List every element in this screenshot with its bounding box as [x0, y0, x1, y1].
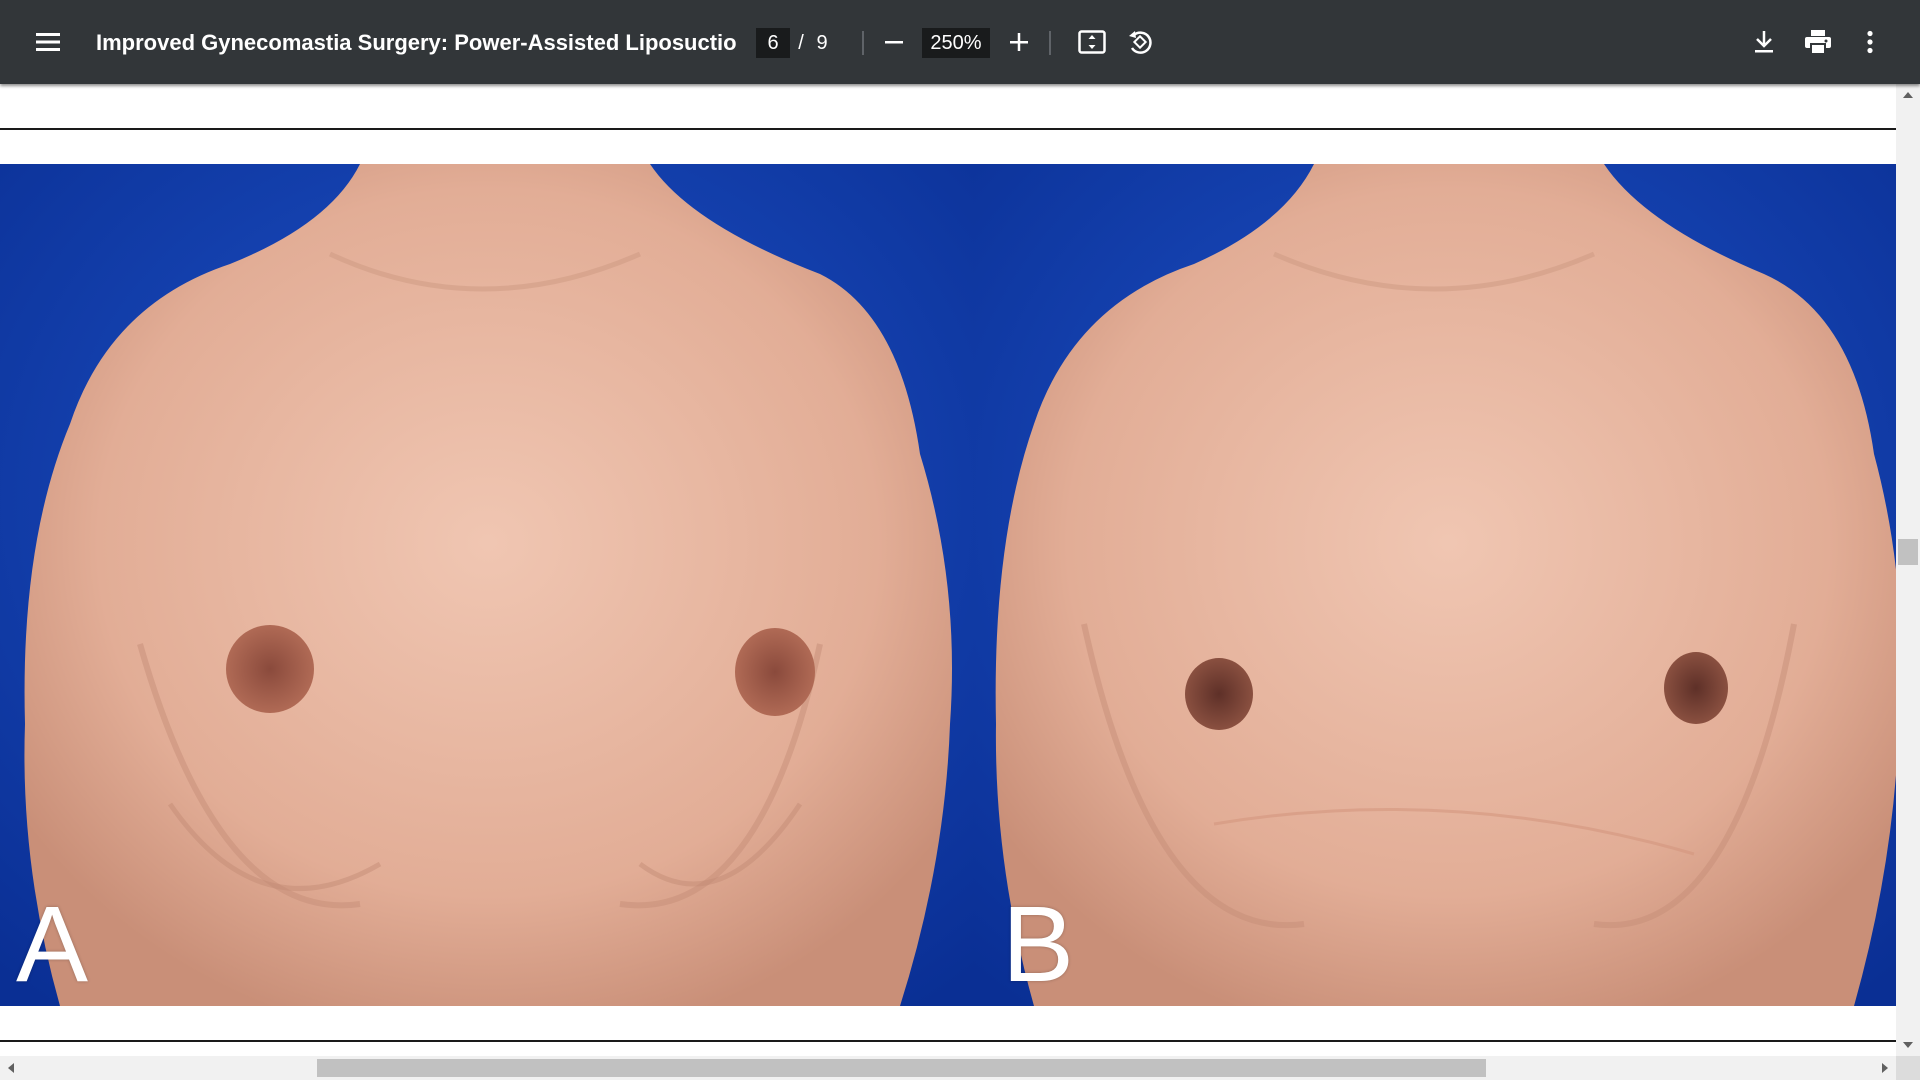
- panel-label-b: B: [1002, 883, 1075, 1004]
- scroll-right-arrow-icon[interactable]: [1882, 1063, 1888, 1073]
- vertical-scroll-thumb[interactable]: [1898, 538, 1918, 565]
- more-vert-icon: [1867, 30, 1873, 54]
- scrollbar-corner: [1896, 1056, 1920, 1080]
- zoom-level-input[interactable]: 250%: [922, 28, 990, 58]
- photo-panel-b: [974, 164, 1896, 1006]
- toolbar-divider: [862, 31, 864, 55]
- horizontal-scroll-thumb[interactable]: [316, 1059, 1487, 1077]
- vertical-scrollbar[interactable]: [1896, 84, 1920, 1056]
- figure-panel-b: B: [974, 164, 1896, 1006]
- rotate-button[interactable]: [1116, 18, 1164, 66]
- zoom-out-button[interactable]: [870, 18, 918, 66]
- page-total: 9: [816, 32, 828, 54]
- scroll-up-arrow-icon[interactable]: [1903, 92, 1913, 98]
- print-button[interactable]: [1794, 18, 1842, 66]
- fit-to-page-icon: [1078, 30, 1106, 54]
- hamburger-menu-icon[interactable]: [24, 18, 72, 66]
- document-title: Improved Gynecomastia Surgery: Power-Ass…: [96, 30, 736, 55]
- scroll-down-arrow-icon[interactable]: [1903, 1042, 1913, 1048]
- pdf-toolbar: Improved Gynecomastia Surgery: Power-Ass…: [0, 0, 1920, 84]
- horizontal-scrollbar[interactable]: [0, 1056, 1896, 1080]
- print-icon: [1805, 30, 1831, 55]
- page-number-input[interactable]: 6: [756, 28, 790, 58]
- panel-label-a: A: [16, 883, 89, 1004]
- zoom-in-button[interactable]: [995, 18, 1043, 66]
- document-viewer[interactable]: A B: [0, 84, 1896, 1056]
- page-separator: /: [798, 32, 804, 54]
- more-options-button[interactable]: [1846, 18, 1894, 66]
- plus-icon: [1010, 33, 1028, 51]
- download-button[interactable]: [1740, 18, 1788, 66]
- scroll-left-arrow-icon[interactable]: [8, 1063, 14, 1073]
- fit-to-page-button[interactable]: [1068, 18, 1116, 66]
- toolbar-divider: [1049, 31, 1051, 55]
- rotate-counterclockwise-icon: [1129, 31, 1152, 54]
- figure-clinical-photos: A B: [0, 164, 1896, 1006]
- minus-icon: [885, 41, 903, 44]
- top-rule-line: [0, 128, 1896, 130]
- download-icon: [1755, 31, 1773, 53]
- bottom-rule-line: [0, 1040, 1896, 1042]
- photo-panel-a: [0, 164, 974, 1006]
- figure-panel-a: A: [0, 164, 974, 1006]
